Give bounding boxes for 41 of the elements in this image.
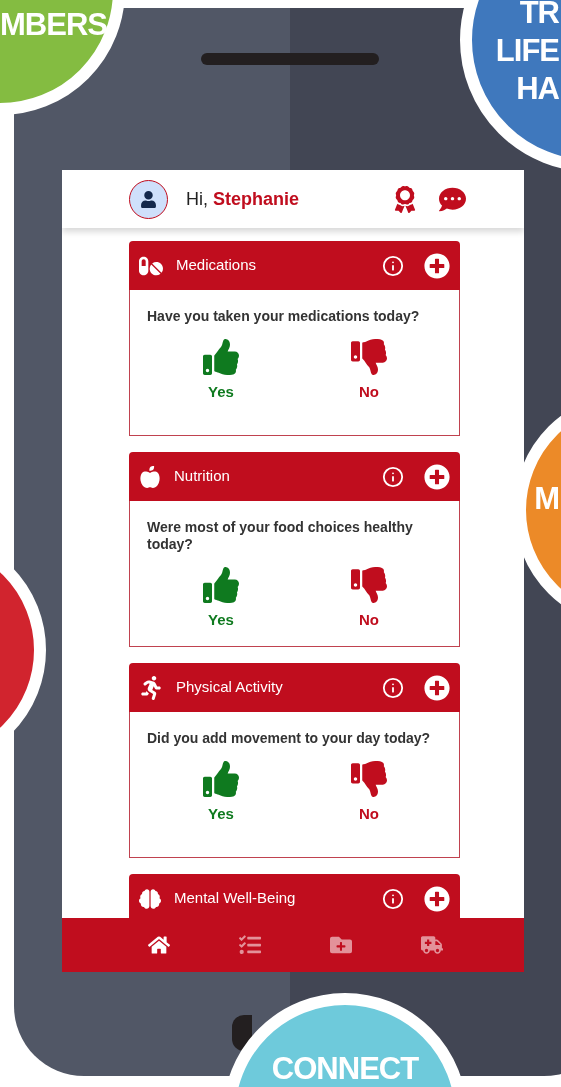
circle-label: HA — [516, 70, 559, 108]
info-icon[interactable] — [382, 887, 404, 910]
avatar[interactable] — [129, 179, 168, 219]
thumbs-up-icon[interactable] — [203, 567, 239, 603]
add-icon[interactable] — [424, 463, 450, 490]
info-icon[interactable] — [382, 465, 404, 488]
question-text: Have you taken your medications today? — [147, 308, 421, 325]
answer-option[interactable]: Yes — [208, 381, 234, 404]
award-ribbon-icon[interactable] — [393, 185, 417, 213]
info-icon[interactable] — [382, 676, 404, 699]
add-icon[interactable] — [424, 885, 450, 912]
add-icon[interactable] — [424, 252, 450, 279]
brain-icon — [139, 887, 161, 910]
answer-option[interactable]: No — [359, 609, 379, 632]
thumbs-up-icon[interactable] — [203, 339, 239, 375]
answer-option[interactable]: Yes — [208, 609, 234, 632]
circle-label: M — [534, 480, 559, 518]
answer-option[interactable]: Yes — [208, 803, 234, 826]
user-icon — [140, 190, 157, 208]
greeting: Hi, Stephanie — [186, 187, 300, 211]
card-title: Nutrition — [174, 466, 230, 487]
running-person-icon — [139, 675, 163, 700]
thumbs-down-icon[interactable] — [351, 761, 387, 797]
add-icon[interactable] — [424, 674, 450, 701]
thumbs-up-icon[interactable] — [203, 761, 239, 797]
thumbs-down-icon[interactable] — [351, 339, 387, 375]
answer-option[interactable]: No — [359, 381, 379, 404]
circle-label: LIFE — [495, 32, 559, 70]
card-title: Mental Well-Being — [174, 888, 296, 909]
apple-icon — [139, 465, 161, 488]
card-title: Physical Activity — [176, 677, 283, 698]
card-title: Medications — [176, 255, 257, 276]
answer-option[interactable]: No — [359, 803, 379, 826]
question-text: Did you add movement to your day today? — [147, 730, 432, 747]
circle-label: CONNECT — [271, 1050, 419, 1087]
question-text: Were most of your food choices healthy today? — [147, 519, 414, 553]
chat-icon[interactable] — [439, 185, 466, 213]
info-icon[interactable] — [382, 254, 404, 277]
thumbs-down-icon[interactable] — [351, 567, 387, 603]
circle-label: MBERS — [0, 6, 107, 44]
circle-label: TR — [519, 0, 559, 32]
